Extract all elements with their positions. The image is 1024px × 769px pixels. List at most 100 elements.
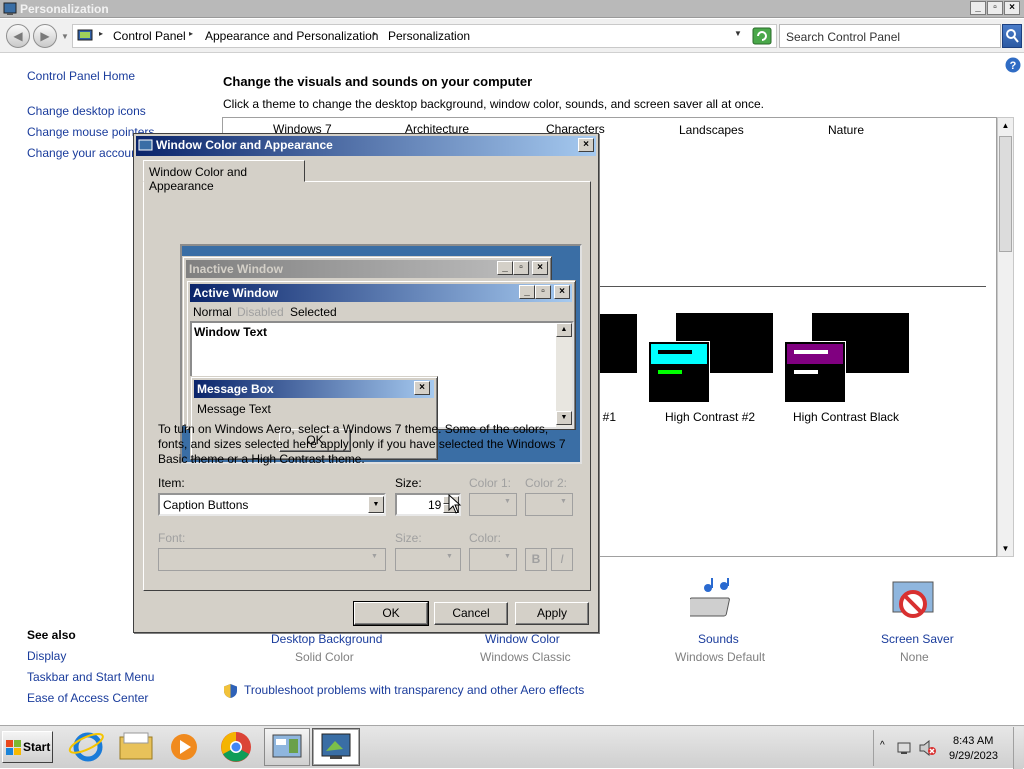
close-button[interactable]: × — [1004, 1, 1020, 15]
hc1-thumbnail[interactable] — [596, 314, 637, 373]
message-text: Message Text — [197, 402, 271, 416]
windows-logo-icon — [6, 740, 21, 755]
display-link[interactable]: Display — [27, 649, 66, 663]
taskbar-start-menu-link[interactable]: Taskbar and Start Menu — [27, 670, 154, 684]
size-value[interactable]: 19 — [428, 498, 441, 512]
volume-muted-icon[interactable] — [918, 740, 936, 756]
hc-black-thumbnail[interactable] — [784, 313, 909, 403]
theme-list-scrollbar[interactable]: ▲ ▼ — [997, 117, 1014, 557]
chevron-down-icon[interactable]: ▼ — [734, 29, 742, 38]
crumb-appearance[interactable]: Appearance and Personalization — [205, 29, 378, 43]
color1-label: Color 1: — [469, 476, 512, 490]
show-hidden-icons[interactable]: ^ — [880, 740, 885, 751]
forward-button[interactable]: ▶ — [33, 24, 57, 48]
sounds-value: Windows Default — [675, 650, 766, 664]
preview-maximize-icon: ▫ — [513, 261, 529, 275]
crumb-control-panel[interactable]: Control Panel — [113, 29, 186, 43]
hc2-label[interactable]: High Contrast #2 — [665, 410, 755, 424]
dialog-title: Window Color and Appearance — [156, 138, 333, 152]
tab-window-color[interactable]: Window Color and Appearance — [143, 160, 305, 193]
see-also-title: See also — [27, 628, 76, 642]
chevron-right-icon[interactable]: ▸ — [99, 29, 103, 38]
scroll-down-icon[interactable]: ▼ — [998, 541, 1013, 556]
back-button[interactable]: ◀ — [6, 24, 30, 48]
color2-label: Color 2: — [525, 476, 568, 490]
apply-button[interactable]: Apply — [515, 602, 589, 625]
scroll-thumb[interactable] — [999, 136, 1012, 252]
menu-disabled: Disabled — [237, 305, 284, 319]
taskbar-personalization[interactable] — [312, 728, 360, 766]
cancel-button[interactable]: Cancel — [434, 602, 508, 625]
page-subtitle: Click a theme to change the desktop back… — [223, 97, 764, 111]
system-tray: ^ 8:43 AM 9/29/2023 — [873, 727, 1023, 769]
ease-of-access-link[interactable]: Ease of Access Center — [27, 691, 148, 705]
clock-date[interactable]: 9/29/2023 — [949, 750, 998, 762]
search-input[interactable]: Search Control Panel — [779, 24, 1001, 48]
hc2-thumbnail[interactable] — [648, 313, 773, 403]
breadcrumb[interactable]: ▸ Control Panel ▸ Appearance and Persona… — [72, 24, 777, 48]
size-label: Size: — [395, 476, 422, 490]
window-color-link[interactable]: Window Color — [485, 632, 560, 646]
item-label: Item: — [158, 476, 185, 490]
tab-panel: Inactive Window _ ▫ × Active Window _ ▫ … — [143, 181, 591, 591]
control-panel-icon — [77, 29, 93, 41]
preview-close-icon: × — [554, 285, 570, 299]
sounds-link[interactable]: Sounds — [698, 632, 739, 646]
search-button[interactable] — [1002, 24, 1022, 48]
ok-button[interactable]: OK — [353, 601, 429, 626]
taskbar-control-panel[interactable] — [264, 728, 310, 766]
item-select[interactable]: Caption Buttons ▼ — [158, 493, 386, 516]
minimize-button[interactable]: _ — [970, 1, 986, 15]
menu-normal: Normal — [193, 305, 232, 319]
window-titlebar: Personalization _ ▫ × — [0, 0, 1024, 18]
active-title: Active Window — [190, 284, 572, 302]
dialog-close-button[interactable]: × — [578, 138, 594, 152]
window-text: Window Text — [194, 325, 267, 339]
inactive-title: Inactive Window — [186, 260, 548, 278]
preview-close-icon: × — [532, 261, 548, 275]
preview-maximize-icon: ▫ — [535, 285, 551, 299]
show-desktop-button[interactable] — [1013, 727, 1023, 769]
screen-saver-link[interactable]: Screen Saver — [881, 632, 954, 646]
change-desktop-icons-link[interactable]: Change desktop icons — [27, 104, 146, 118]
scroll-up-icon[interactable]: ▲ — [998, 118, 1013, 133]
bold-button: B — [525, 548, 547, 571]
screen-saver-icon[interactable] — [887, 578, 939, 626]
refresh-icon[interactable] — [752, 27, 772, 45]
window-color-dialog: Window Color and Appearance × Window Col… — [133, 133, 599, 633]
change-account-link[interactable]: Change your account — [27, 146, 141, 160]
hc1-label[interactable]: t #1 — [596, 410, 616, 424]
file-explorer-icon[interactable] — [116, 729, 156, 765]
chevron-right-icon[interactable]: ▸ — [373, 29, 377, 38]
font-color-button: ▼ — [469, 548, 517, 571]
help-icon[interactable]: ? — [1005, 57, 1021, 73]
control-panel-home-link[interactable]: Control Panel Home — [27, 69, 135, 83]
color1-button: ▼ — [469, 493, 517, 516]
start-button[interactable]: Start — [2, 731, 53, 763]
window-title: Personalization — [20, 2, 109, 16]
media-player-icon[interactable] — [164, 729, 204, 765]
troubleshoot-link[interactable]: Troubleshoot problems with transparency … — [244, 683, 584, 697]
taskbar: Start ^ 8:43 AM 9/29/2023 — [0, 725, 1024, 769]
recent-pages-dropdown-icon[interactable]: ▼ — [61, 32, 69, 41]
hc-black-label[interactable]: High Contrast Black — [793, 410, 899, 424]
svg-text:?: ? — [1010, 60, 1017, 72]
clock-time[interactable]: 8:43 AM — [953, 735, 993, 747]
desktop-background-link[interactable]: Desktop Background — [271, 632, 382, 646]
aero-info-text: To turn on Windows Aero, select a Window… — [158, 422, 566, 466]
crumb-personalization[interactable]: Personalization — [388, 29, 470, 43]
sounds-icon[interactable] — [690, 578, 740, 626]
internet-explorer-icon[interactable] — [68, 729, 108, 765]
start-label: Start — [23, 740, 51, 754]
shield-icon — [224, 684, 237, 698]
item-dropdown-icon[interactable]: ▼ — [368, 496, 384, 513]
preview-minimize-icon: _ — [519, 285, 535, 299]
theme-group-landscapes: Landscapes — [679, 123, 744, 137]
network-icon[interactable] — [896, 740, 912, 756]
chrome-icon[interactable] — [216, 729, 256, 765]
theme-group-nature: Nature — [828, 123, 865, 137]
window-color-value: Windows Classic — [480, 650, 571, 664]
desktop-background-value: Solid Color — [295, 650, 354, 664]
maximize-button[interactable]: ▫ — [987, 1, 1003, 15]
chevron-right-icon[interactable]: ▸ — [189, 29, 193, 38]
